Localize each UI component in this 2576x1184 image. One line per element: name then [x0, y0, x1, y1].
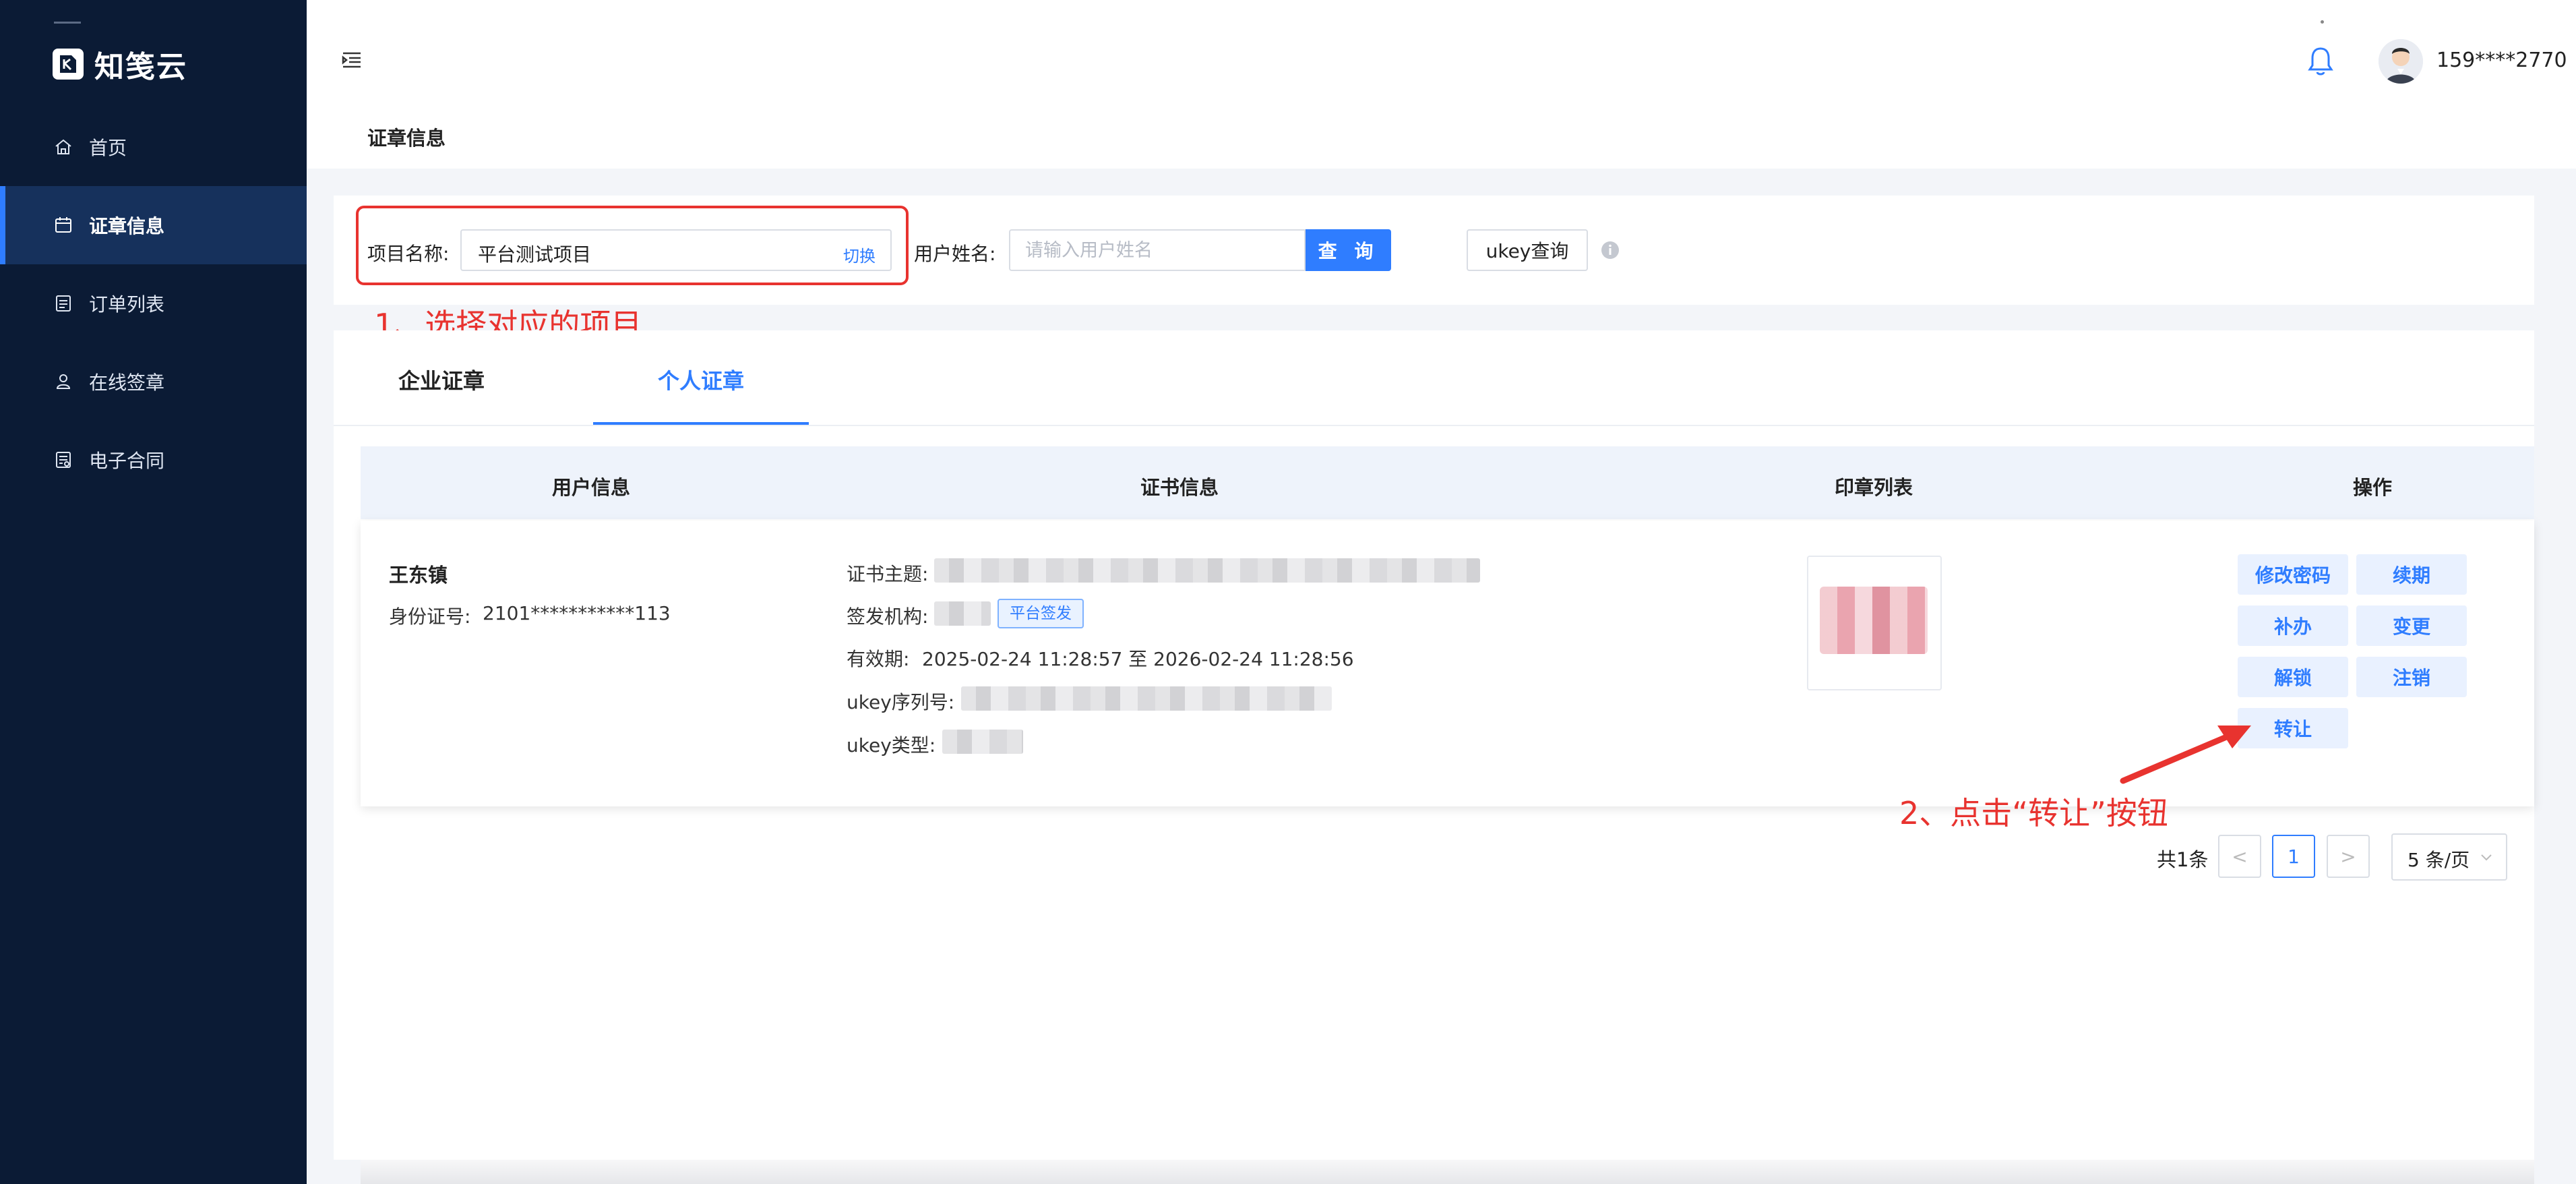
query-button[interactable]: 查 询 [1306, 229, 1391, 271]
calendar-icon [53, 214, 74, 236]
cancel-cert-button[interactable]: 注销 [2356, 657, 2467, 697]
ukey-serial-label: ukey序列号: [847, 691, 955, 713]
issuer-label: 签发机构: [847, 605, 929, 628]
sidebar-item-label: 电子合同 [89, 450, 165, 472]
column-header-seal-list: 印章列表 [1835, 476, 1913, 499]
sidebar-item-cert-info[interactable]: 证章信息 [0, 186, 307, 264]
page-size-select[interactable]: 5 条/页 [2391, 833, 2507, 881]
id-number-value: 2101***********113 [483, 602, 671, 624]
blurred-seal-image [1820, 587, 1928, 654]
user-name: 王东镇 [389, 564, 448, 587]
pagination-next-button[interactable]: > [2327, 835, 2370, 878]
top-header: 159****2770 [307, 0, 2576, 121]
bell-icon[interactable] [2306, 45, 2335, 78]
sidebar-item-home[interactable]: 首页 [0, 108, 307, 186]
username-label: 用户姓名: [914, 243, 996, 265]
pagination-page-1[interactable]: 1 [2272, 835, 2315, 878]
avatar[interactable] [2379, 39, 2423, 84]
sidebar-nav: 首页 证章信息 订单列表 在线签章 电子合同 [0, 108, 307, 499]
list-icon [53, 293, 74, 314]
tab-divider [334, 425, 2534, 426]
tab-active-underline [593, 422, 809, 425]
tab-enterprise-cert[interactable]: 企业证章 [398, 364, 485, 395]
annotation-step2: 2、点击“转让”按钮 [1899, 795, 2168, 831]
table-header [361, 446, 2534, 519]
sidebar-item-orders[interactable]: 订单列表 [0, 264, 307, 343]
info-icon[interactable] [1600, 240, 1620, 260]
pagination-total: 共1条 [2157, 848, 2209, 871]
sidebar-item-online-sign[interactable]: 在线签章 [0, 343, 307, 421]
switch-project-link[interactable]: 切换 [843, 243, 876, 266]
sidebar-item-label: 证章信息 [89, 215, 165, 237]
modify-button[interactable]: 变更 [2356, 605, 2467, 646]
annotation-arrow-icon [2116, 713, 2258, 788]
project-value: 平台测试项目 [478, 243, 592, 266]
home-icon [53, 136, 74, 158]
ukey-query-button[interactable]: ukey查询 [1467, 229, 1588, 271]
unlock-button[interactable]: 解锁 [2238, 657, 2348, 697]
column-header-user-info: 用户信息 [552, 476, 631, 499]
pagination-prev-button[interactable]: < [2218, 835, 2261, 878]
sidebar: 知笺云 首页 证章信息 订单列表 在线签章 电子合同 [0, 0, 307, 1184]
column-header-actions: 操作 [2353, 476, 2393, 499]
issuer-badge: 平台签发 [998, 599, 1084, 628]
sidebar-item-label: 首页 [89, 137, 127, 159]
blurred-ukey-serial [961, 686, 1332, 711]
bottom-strip [361, 1160, 2534, 1184]
id-number-label: 身份证号: [389, 605, 471, 628]
validity-value: 2025-02-24 11:28:57 至 2026-02-24 11:28:5… [922, 648, 1354, 670]
user-stamp-icon [53, 371, 74, 392]
sidebar-item-label: 订单列表 [89, 293, 165, 316]
page-title: 证章信息 [367, 127, 446, 150]
reissue-button[interactable]: 补办 [2238, 605, 2348, 646]
change-password-button[interactable]: 修改密码 [2238, 554, 2348, 595]
logo-icon [53, 49, 84, 80]
ukey-type-label: ukey类型: [847, 734, 936, 757]
header-dot [2321, 20, 2324, 24]
menu-fold-icon[interactable] [340, 49, 363, 71]
page-size-value: 5 条/页 [2408, 849, 2470, 871]
page-title-bar: 证章信息 [307, 108, 2576, 169]
contract-icon [53, 449, 74, 471]
username-search-input[interactable] [1009, 229, 1306, 271]
renew-button[interactable]: 续期 [2356, 554, 2467, 595]
project-label: 项目名称: [367, 243, 450, 265]
sidebar-item-contract[interactable]: 电子合同 [0, 421, 307, 499]
column-header-cert-info: 证书信息 [1140, 476, 1219, 499]
sidebar-item-label: 在线签章 [89, 372, 165, 394]
logo[interactable]: 知笺云 [53, 45, 187, 84]
logo-text: 知笺云 [94, 50, 187, 84]
project-select[interactable]: 平台测试项目 切换 [460, 229, 892, 271]
cert-subject-label: 证书主题: [847, 563, 929, 585]
sidebar-top-mark [54, 22, 81, 24]
header-username[interactable]: 159****2770 [2436, 49, 2567, 72]
blurred-cert-subject [934, 558, 1480, 583]
validity-label: 有效期: [847, 648, 910, 670]
blurred-ukey-type [942, 730, 1023, 754]
tab-personal-cert[interactable]: 个人证章 [658, 364, 744, 395]
blurred-issuer [934, 601, 991, 626]
chevron-down-icon [2479, 850, 2494, 864]
